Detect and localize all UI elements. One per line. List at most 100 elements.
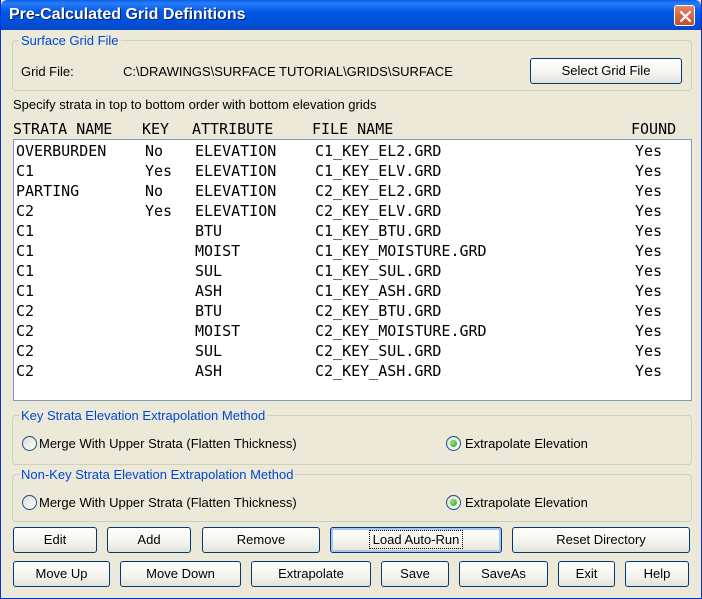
cell-attribute: ASH bbox=[195, 282, 223, 300]
cell-file: C2_KEY_ELV.GRD bbox=[315, 202, 442, 220]
close-button[interactable] bbox=[674, 5, 695, 26]
help-label: Help bbox=[643, 566, 671, 581]
cell-file: C1_KEY_BTU.GRD bbox=[315, 222, 442, 240]
cell-file: C1_KEY_ELV.GRD bbox=[315, 162, 442, 180]
cell-found: Yes bbox=[635, 322, 663, 340]
nonkey-merge-radio[interactable] bbox=[22, 495, 37, 510]
remove-button[interactable]: Remove bbox=[202, 527, 320, 553]
cell-found: Yes bbox=[635, 142, 663, 160]
nonkey-strata-legend: Non-Key Strata Elevation Extrapolation M… bbox=[19, 467, 296, 482]
cell-file: C2_KEY_BTU.GRD bbox=[315, 302, 442, 320]
table-row[interactable]: C1 Yes ELEVATION C1_KEY_ELV.GRD Yes bbox=[14, 161, 691, 181]
header-attribute: ATTRIBUTE bbox=[192, 120, 274, 138]
reset-directory-label: Reset Directory bbox=[556, 532, 646, 547]
key-extrapolate-label[interactable]: Extrapolate Elevation bbox=[465, 436, 588, 451]
exit-button[interactable]: Exit bbox=[558, 561, 615, 587]
title-bar[interactable]: Pre-Calculated Grid Definitions bbox=[1, 0, 701, 30]
move-down-label: Move Down bbox=[146, 566, 215, 581]
cell-key: Yes bbox=[145, 202, 173, 220]
cell-attribute: ELEVATION bbox=[195, 162, 277, 180]
table-row[interactable]: C2 SUL C2_KEY_SUL.GRD Yes bbox=[14, 341, 691, 361]
nonkey-merge-label[interactable]: Merge With Upper Strata (Flatten Thickne… bbox=[39, 495, 297, 510]
table-row[interactable]: PARTING No ELEVATION C2_KEY_EL2.GRD Yes bbox=[14, 181, 691, 201]
load-auto-run-button[interactable]: Load Auto-Run bbox=[330, 527, 502, 553]
table-row[interactable]: C2 ASH C2_KEY_ASH.GRD Yes bbox=[14, 361, 691, 381]
cell-found: Yes bbox=[635, 182, 663, 200]
table-row[interactable]: C2 BTU C2_KEY_BTU.GRD Yes bbox=[14, 301, 691, 321]
cell-found: Yes bbox=[635, 262, 663, 280]
instructions-text: Specify strata in top to bottom order wi… bbox=[13, 97, 377, 112]
dialog-window: Pre-Calculated Grid Definitions Surface … bbox=[0, 0, 702, 599]
cell-file: C2_KEY_EL2.GRD bbox=[315, 182, 442, 200]
edit-button[interactable]: Edit bbox=[13, 527, 97, 553]
cell-attribute: ASH bbox=[195, 362, 223, 380]
table-row[interactable]: C1 BTU C1_KEY_BTU.GRD Yes bbox=[14, 221, 691, 241]
cell-strata: C1 bbox=[16, 222, 35, 240]
select-grid-file-button[interactable]: Select Grid File bbox=[530, 58, 682, 84]
nonkey-extrapolate-label[interactable]: Extrapolate Elevation bbox=[465, 495, 588, 510]
key-merge-radio[interactable] bbox=[22, 436, 37, 451]
cell-strata: C2 bbox=[16, 202, 35, 220]
table-row[interactable]: C2 MOIST C2_KEY_MOISTURE.GRD Yes bbox=[14, 321, 691, 341]
cell-file: C1_KEY_EL2.GRD bbox=[315, 142, 442, 160]
table-header: STRATA NAME KEY ATTRIBUTE FILE NAME FOUN… bbox=[13, 119, 692, 139]
extrapolate-label: Extrapolate bbox=[278, 566, 344, 581]
cell-found: Yes bbox=[635, 222, 663, 240]
header-file-name: FILE NAME bbox=[312, 120, 394, 138]
cell-found: Yes bbox=[635, 202, 663, 220]
cell-attribute: BTU bbox=[195, 302, 223, 320]
cell-key: Yes bbox=[145, 162, 173, 180]
table-row[interactable]: C1 MOIST C1_KEY_MOISTURE.GRD Yes bbox=[14, 241, 691, 261]
save-as-button[interactable]: SaveAs bbox=[459, 561, 548, 587]
save-as-label: SaveAs bbox=[481, 566, 526, 581]
move-up-button[interactable]: Move Up bbox=[13, 561, 110, 587]
nonkey-extrapolate-radio[interactable] bbox=[446, 495, 461, 510]
cell-attribute: BTU bbox=[195, 222, 223, 240]
cell-file: C1_KEY_MOISTURE.GRD bbox=[315, 242, 487, 260]
cell-found: Yes bbox=[635, 242, 663, 260]
cell-attribute: ELEVATION bbox=[195, 142, 277, 160]
help-button[interactable]: Help bbox=[625, 561, 689, 587]
strata-list[interactable]: OVERBURDEN No ELEVATION C1_KEY_EL2.GRD Y… bbox=[13, 139, 692, 401]
cell-attribute: ELEVATION bbox=[195, 182, 277, 200]
cell-found: Yes bbox=[635, 162, 663, 180]
header-strata-name: STRATA NAME bbox=[13, 120, 113, 138]
extrapolate-button[interactable]: Extrapolate bbox=[251, 561, 371, 587]
cell-attribute: MOIST bbox=[195, 242, 241, 260]
save-label: Save bbox=[400, 566, 430, 581]
cell-found: Yes bbox=[635, 362, 663, 380]
cell-found: Yes bbox=[635, 302, 663, 320]
exit-label: Exit bbox=[575, 566, 598, 581]
cell-key: No bbox=[145, 142, 164, 160]
table-row[interactable]: C1 SUL C1_KEY_SUL.GRD Yes bbox=[14, 261, 691, 281]
close-icon bbox=[679, 10, 692, 23]
cell-found: Yes bbox=[635, 282, 663, 300]
cell-file: C1_KEY_SUL.GRD bbox=[315, 262, 442, 280]
cell-attribute: MOIST bbox=[195, 322, 241, 340]
key-extrapolate-radio[interactable] bbox=[446, 436, 461, 451]
move-up-label: Move Up bbox=[35, 566, 88, 581]
cell-strata: C1 bbox=[16, 282, 35, 300]
save-button[interactable]: Save bbox=[381, 561, 449, 587]
table-row[interactable]: OVERBURDEN No ELEVATION C1_KEY_EL2.GRD Y… bbox=[14, 141, 691, 161]
key-strata-legend: Key Strata Elevation Extrapolation Metho… bbox=[19, 408, 268, 423]
table-row[interactable]: C2 Yes ELEVATION C2_KEY_ELV.GRD Yes bbox=[14, 201, 691, 221]
key-merge-label[interactable]: Merge With Upper Strata (Flatten Thickne… bbox=[39, 436, 297, 451]
cell-strata: C2 bbox=[16, 342, 35, 360]
load-auto-run-label: Load Auto-Run bbox=[368, 530, 464, 549]
move-down-button[interactable]: Move Down bbox=[120, 561, 241, 587]
edit-button-label: Edit bbox=[43, 532, 67, 547]
cell-strata: C2 bbox=[16, 322, 35, 340]
grid-file-label: Grid File: bbox=[21, 64, 74, 79]
cell-file: C2_KEY_MOISTURE.GRD bbox=[315, 322, 487, 340]
table-row[interactable]: C1 ASH C1_KEY_ASH.GRD Yes bbox=[14, 281, 691, 301]
cell-file: C2_KEY_SUL.GRD bbox=[315, 342, 442, 360]
cell-found: Yes bbox=[635, 342, 663, 360]
reset-directory-button[interactable]: Reset Directory bbox=[512, 527, 690, 553]
add-button-label: Add bbox=[137, 532, 161, 547]
cell-strata: C2 bbox=[16, 362, 35, 380]
add-button[interactable]: Add bbox=[107, 527, 191, 553]
cell-strata: C1 bbox=[16, 262, 35, 280]
header-found: FOUND bbox=[631, 120, 677, 138]
cell-attribute: ELEVATION bbox=[195, 202, 277, 220]
